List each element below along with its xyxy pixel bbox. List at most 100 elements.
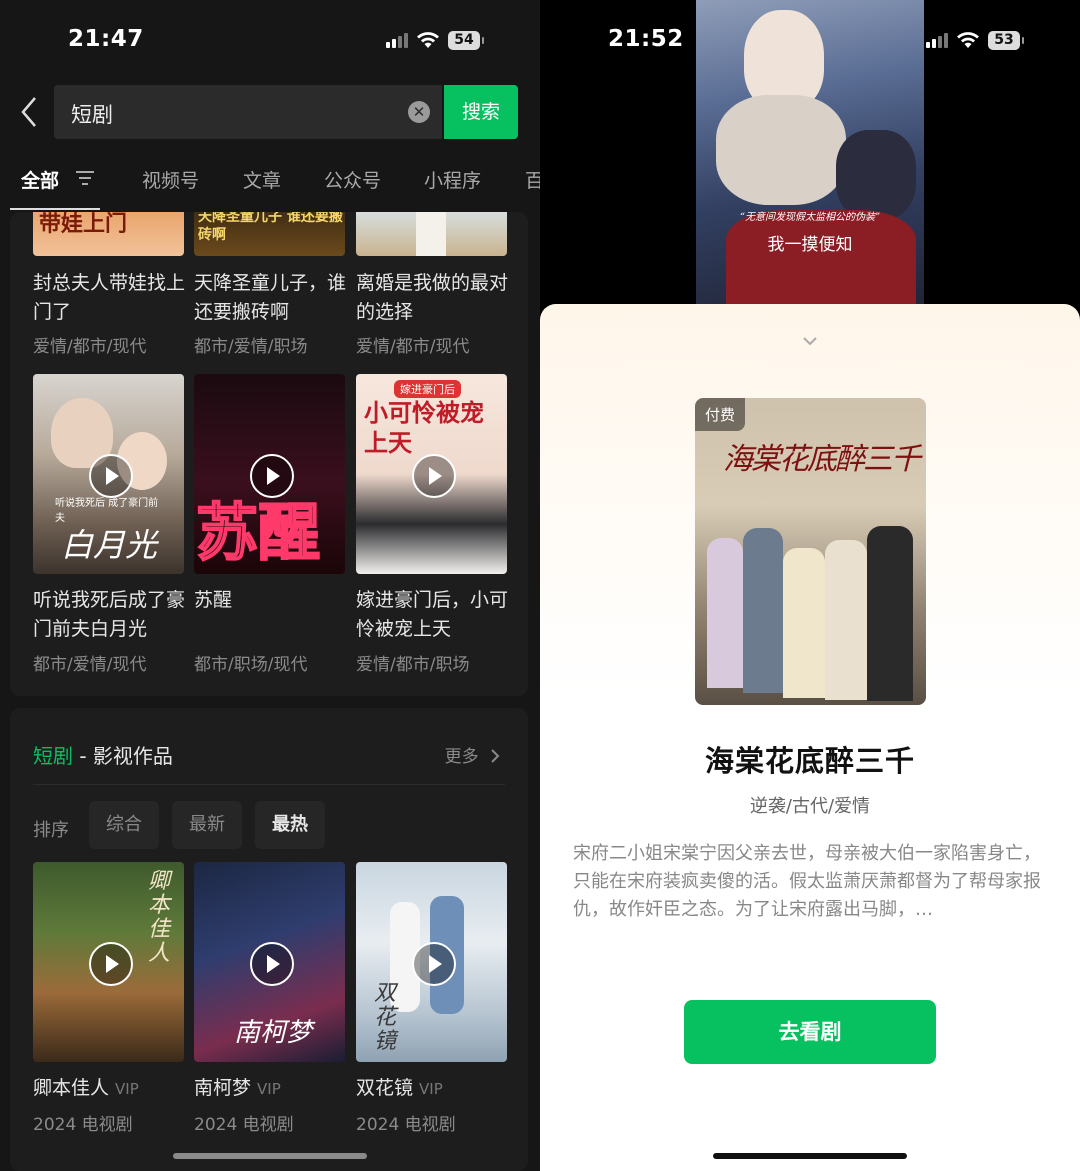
watch-drama-button[interactable]: 去看剧 — [684, 1000, 936, 1064]
video-figure — [716, 95, 846, 205]
paid-badge: 付费 — [695, 398, 746, 431]
home-indicator — [713, 1153, 907, 1159]
vip-badge: VIP — [419, 1080, 443, 1098]
more-label: 更多 — [444, 747, 479, 767]
drama-title[interactable]: 听说我死后成了豪门前夫白月光 — [33, 586, 193, 644]
play-icon[interactable] — [411, 942, 456, 986]
drama-cover[interactable]: 海棠花底醉三千 付费 — [695, 398, 926, 705]
drama-description: 宋府二小姐宋棠宁因父亲去世，母亲被大伯一家陷害身亡，只能在宋府装疯卖傻的活。假太… — [573, 843, 1041, 920]
poster-title: 小可怜被宠上天 — [364, 398, 484, 457]
drama-genre: 爱情/都市/现代 — [33, 337, 147, 357]
tab-more[interactable]: 百 — [525, 166, 540, 193]
drama-results-card: 带娃上门 天降圣童儿子 谁还要搬砖啊 封总夫人带娃找上门了 爱情/都市/现代 天… — [10, 212, 528, 696]
chevron-down-icon[interactable] — [792, 334, 828, 350]
play-icon[interactable] — [249, 942, 294, 986]
poster-title: 带娃上门 — [39, 212, 128, 237]
poster[interactable]: 嫁进豪门后 小可怜被宠上天 — [356, 374, 507, 574]
back-icon[interactable] — [18, 95, 42, 129]
vip-badge: VIP — [257, 1080, 281, 1098]
poster[interactable]: 听说我死后 成了豪门前夫 白月光 — [33, 374, 184, 574]
poster[interactable]: 苏醒 — [194, 374, 345, 574]
cover-figure — [743, 528, 783, 693]
chevron-right-icon — [491, 749, 500, 763]
poster[interactable]: 带娃上门 — [33, 212, 184, 256]
poster-title: 白月光 — [61, 526, 158, 564]
sort-chip-comprehensive[interactable]: 综合 — [89, 801, 159, 849]
divider — [33, 784, 505, 785]
cellular-signal-icon — [386, 32, 408, 48]
cellular-signal-icon — [926, 32, 948, 48]
search-query: 短剧 — [71, 103, 113, 127]
cover-figure — [783, 548, 825, 698]
drama-title[interactable]: 封总夫人带娃找上门了 — [33, 269, 193, 327]
status-icons: 53 — [926, 28, 1024, 52]
more-link[interactable]: 更多 — [445, 742, 500, 767]
sort-chip-hottest[interactable]: 最热 — [255, 801, 325, 849]
drama-genre: 爱情/都市/职场 — [356, 655, 470, 675]
vip-badge: VIP — [115, 1080, 139, 1098]
wifi-icon — [957, 32, 979, 48]
video-subtitle: 我一摸便知 — [767, 235, 853, 255]
poster[interactable]: 南柯梦 — [194, 862, 345, 1062]
clear-icon[interactable]: ✕ — [408, 101, 430, 123]
category-tabs: 全部 视频号 文章 公众号 小程序 百 — [0, 158, 540, 210]
search-button[interactable]: 搜索 — [444, 85, 518, 139]
drama-title[interactable]: 离婚是我做的最对的选择 — [356, 269, 516, 327]
cover-figure — [825, 540, 867, 700]
drama-genre: 逆袭/古代/爱情 — [749, 796, 871, 817]
video-figure — [726, 210, 916, 310]
status-icons: 54 — [386, 28, 484, 52]
work-year-type: 2024 电视剧 — [356, 1115, 456, 1135]
tab-underline — [10, 208, 100, 210]
poster[interactable]: 双花镜 — [356, 862, 507, 1062]
poster[interactable]: 天降圣童儿子 谁还要搬砖啊 — [194, 212, 345, 256]
battery-icon: 53 — [988, 30, 1024, 50]
sort-chip-latest[interactable]: 最新 — [172, 801, 242, 849]
work-title[interactable]: 南柯梦 VIP — [194, 1074, 354, 1104]
work-title[interactable]: 双花镜 VIP — [356, 1074, 516, 1104]
tab-official-accounts[interactable]: 公众号 — [324, 166, 381, 193]
section-title: 短剧 - 影视作品 — [33, 740, 173, 769]
drama-genre: 爱情/都市/现代 — [356, 337, 470, 357]
work-title[interactable]: 卿本佳人 VIP — [33, 1074, 193, 1104]
drama-detail-sheet: 海棠花底醉三千 付费 海棠花底醉三千 逆袭/古代/爱情 宋府二小姐宋棠宁因父亲去… — [540, 304, 1080, 1171]
search-results-screen: 21:47 54 短剧 ✕ 搜索 全部 视频号 文章 公众号 小程序 百 带娃上… — [0, 0, 540, 1171]
video-caption-quote: “无意间发现假太监相公的伪装” — [739, 212, 881, 223]
film-works-card: 短剧 - 影视作品 更多 排序 综合 最新 最热 卿本佳人 南柯梦 双花镜 卿本… — [10, 708, 528, 1171]
tab-mini-programs[interactable]: 小程序 — [424, 166, 481, 193]
play-icon[interactable] — [249, 454, 294, 498]
work-year-type: 2024 电视剧 — [194, 1115, 294, 1135]
cover-figure — [867, 526, 913, 701]
search-input[interactable]: 短剧 ✕ — [54, 85, 442, 139]
tab-articles[interactable]: 文章 — [243, 166, 281, 193]
play-icon[interactable] — [411, 454, 456, 498]
section-title-rest: - 影视作品 — [73, 744, 173, 768]
drama-title[interactable]: 天降圣童儿子，谁还要搬砖啊 — [194, 269, 354, 327]
tab-channels[interactable]: 视频号 — [142, 166, 199, 193]
drama-genre: 都市/爱情/职场 — [194, 337, 308, 357]
play-icon[interactable] — [88, 454, 133, 498]
poster-figure — [416, 212, 446, 256]
poster-title: 卿本佳人 — [148, 869, 171, 966]
video-player[interactable] — [696, 0, 924, 310]
play-icon[interactable] — [88, 942, 133, 986]
status-time: 21:47 — [68, 26, 144, 52]
filter-icon[interactable] — [74, 170, 96, 186]
cover-title: 海棠花底醉三千 — [723, 442, 921, 477]
wifi-icon — [417, 32, 439, 48]
poster-title: 南柯梦 — [234, 1018, 313, 1048]
work-year-type: 2024 电视剧 — [33, 1115, 133, 1135]
tab-all[interactable]: 全部 — [21, 166, 59, 193]
home-indicator — [173, 1153, 367, 1159]
drama-title[interactable]: 苏醒 — [194, 586, 354, 615]
cover-figure — [707, 538, 743, 688]
section-keyword: 短剧 — [33, 744, 73, 768]
sort-label: 排序 — [33, 820, 69, 841]
status-time: 21:52 — [608, 26, 684, 52]
drama-title[interactable]: 嫁进豪门后，小可怜被宠上天 — [356, 586, 516, 644]
poster[interactable]: 卿本佳人 — [33, 862, 184, 1062]
drama-title: 海棠花底醉三千 — [704, 744, 915, 778]
poster[interactable] — [356, 212, 507, 256]
drama-genre: 都市/爱情/现代 — [33, 655, 147, 675]
poster-badge: 嫁进豪门后 — [394, 380, 461, 398]
